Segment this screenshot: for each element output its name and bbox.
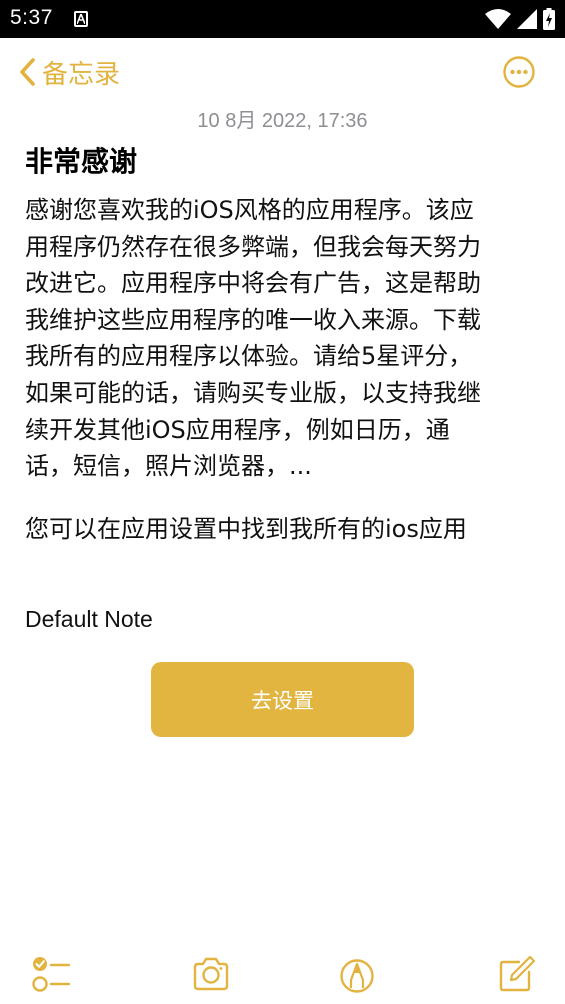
notification-a-icon [74, 11, 88, 27]
note-line: 用程序仍然存在很多弊端，但我会每天努力 [25, 232, 481, 261]
camera-icon[interactable] [191, 954, 231, 994]
battery-icon [543, 8, 555, 30]
wifi-icon [485, 9, 511, 29]
note-line: 如果可能的话，请购买专业版，以支持我继 [25, 378, 481, 407]
note-title: 非常感谢 [25, 145, 138, 178]
note-line: 改进它。应用程序中将会有广告，这是帮助 [25, 269, 481, 298]
back-label: 备忘录 [42, 59, 121, 90]
bottom-toolbar [0, 950, 565, 998]
nav-bar: 备忘录 [0, 38, 565, 106]
note-line: 我所有的应用程序以体验。请给5星评分， [25, 342, 473, 371]
note-line: 感谢您喜欢我的iOS风格的应用程序。该应 [25, 196, 474, 224]
note-line: 续开发其他iOS应用程序，例如日历，通 [25, 415, 450, 444]
go-to-settings-button[interactable]: 去设置 [151, 662, 414, 737]
signal-icon [517, 9, 537, 29]
chevron-left-icon [20, 58, 35, 86]
note-body[interactable]: 感谢您喜欢我的iOS风格的应用程序。该应 用程序仍然存在很多弊端，但我会每天努力… [25, 192, 540, 547]
back-button[interactable]: 备忘录 [18, 54, 120, 90]
compose-icon[interactable] [497, 954, 537, 994]
default-note-label: Default Note [25, 606, 153, 632]
note-date: 10 8月 2022, 17:36 [197, 110, 368, 132]
markup-icon[interactable] [339, 954, 379, 994]
note-line: 话，短信，照片浏览器，... [25, 452, 312, 481]
note-paragraph: 您可以在应用设置中找到我所有的ios应用 [25, 514, 467, 543]
status-icons [485, 8, 555, 30]
status-bar: 5:37 [0, 0, 565, 38]
note-line: 我维护这些应用程序的唯一收入来源。下载 [25, 305, 481, 334]
status-time: 5:37 [10, 6, 53, 29]
ellipsis-circle-icon[interactable] [502, 55, 536, 89]
checklist-icon[interactable] [30, 954, 70, 994]
